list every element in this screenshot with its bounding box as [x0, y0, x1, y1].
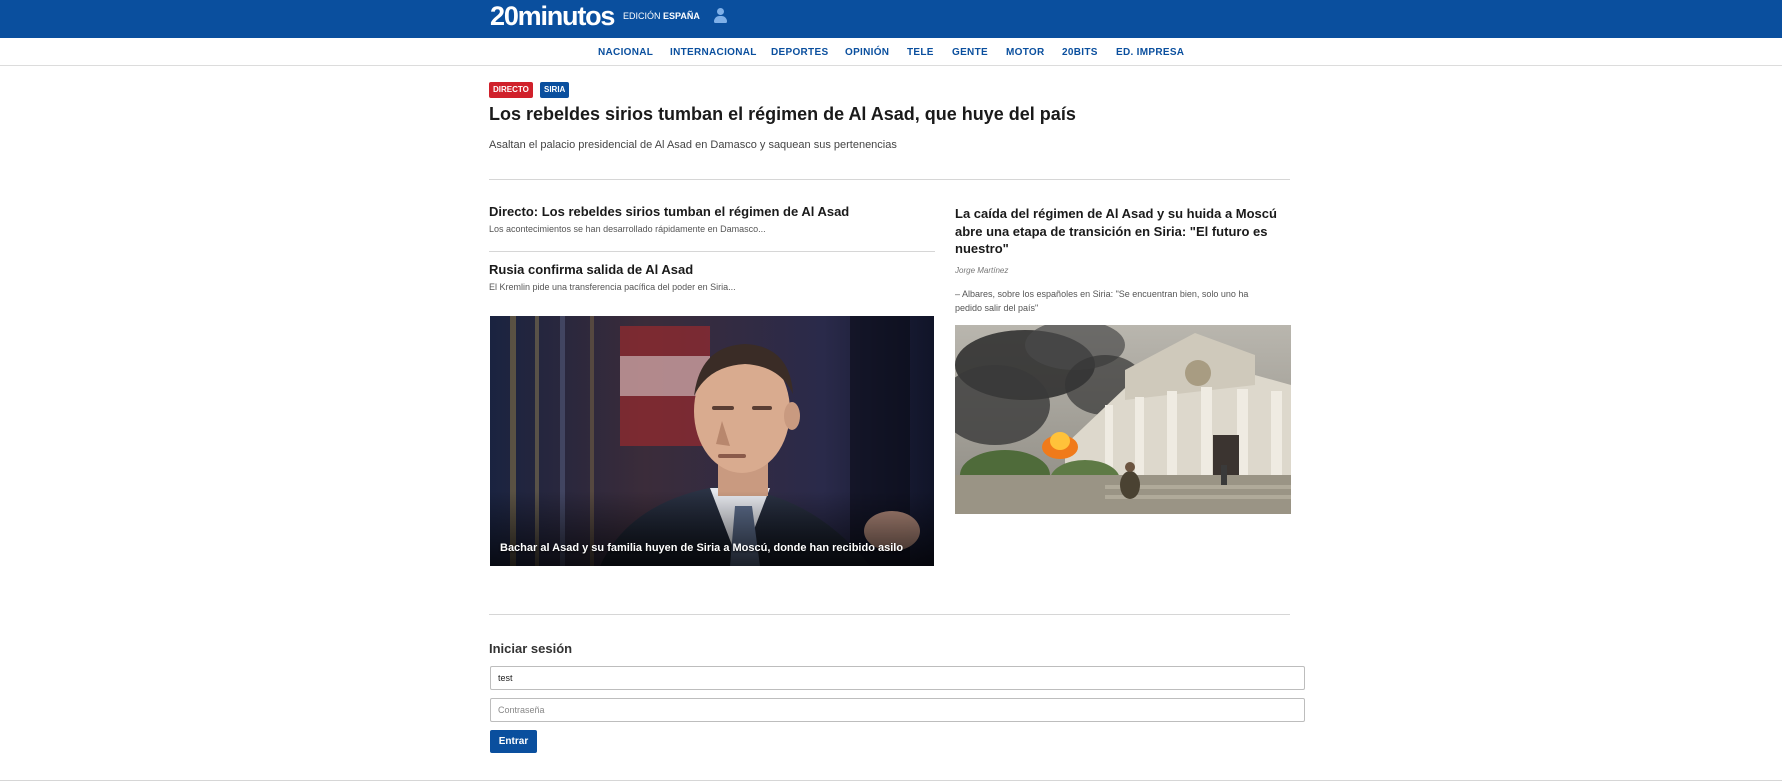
- right-column-divider: [955, 179, 1290, 180]
- author-byline[interactable]: Jorge Martínez: [955, 266, 1008, 275]
- main-nav: NACIONAL INTERNACIONAL DEPORTES OPINIÓN …: [0, 38, 1782, 66]
- tag-siria[interactable]: SIRIA: [540, 82, 570, 98]
- nav-item-nacional[interactable]: NACIONAL: [598, 47, 653, 58]
- nav-item-internacional[interactable]: INTERNACIONAL: [670, 47, 757, 58]
- story-title[interactable]: Directo: Los rebeldes sirios tumban el r…: [489, 204, 849, 219]
- login-button[interactable]: Entrar: [490, 730, 537, 753]
- lead-photo-caption: Bachar al Asad y su familia huyen de Sir…: [500, 542, 904, 554]
- nav-item-gente[interactable]: GENTE: [952, 47, 988, 58]
- nav-item-opinion[interactable]: OPINIÓN: [845, 47, 889, 58]
- footer-divider: [0, 780, 1782, 781]
- user-icon-head: [717, 8, 724, 15]
- lead-summary: Asaltan el palacio presidencial de Al As…: [489, 139, 897, 151]
- secondary-photo[interactable]: [955, 325, 1291, 514]
- nav-item-tele[interactable]: TELE: [907, 47, 934, 58]
- lead-photo-image: [490, 316, 934, 566]
- story-summary: Los acontecimientos se han desarrollado …: [489, 224, 766, 234]
- story-summary: El Kremlin pide una transferencia pacífi…: [489, 282, 736, 292]
- login-divider: [489, 614, 1290, 615]
- edition-value: ESPAÑA: [663, 11, 700, 21]
- user-icon-body: [714, 16, 727, 23]
- nav-item-ed-impresa[interactable]: ED. IMPRESA: [1116, 47, 1184, 58]
- username-field[interactable]: [490, 666, 1305, 690]
- secondary-headline[interactable]: La caída del régimen de Al Asad y su hui…: [955, 205, 1290, 258]
- tag-directo[interactable]: DIRECTO: [489, 82, 533, 98]
- login-title: Iniciar sesión: [489, 641, 573, 656]
- related-link[interactable]: – Albares, sobre los españoles en Siria:…: [955, 287, 1275, 315]
- password-field[interactable]: [490, 698, 1305, 722]
- nav-item-deportes[interactable]: DEPORTES: [771, 47, 828, 58]
- story-title[interactable]: Rusia confirma salida de Al Asad: [489, 262, 693, 277]
- edition-selector[interactable]: EDICIÓN ESPAÑA: [623, 11, 700, 22]
- nav-item-motor[interactable]: MOTOR: [1006, 47, 1045, 58]
- top-bar: 20minutos EDICIÓN ESPAÑA: [0, 0, 1782, 38]
- lead-photo[interactable]: Bachar al Asad y su familia huyen de Sir…: [490, 316, 934, 566]
- nav-item-20bits[interactable]: 20BITS: [1062, 47, 1098, 58]
- story-divider: [489, 251, 935, 252]
- user-icon[interactable]: [713, 8, 727, 23]
- lead-headline[interactable]: Los rebeldes sirios tumban el régimen de…: [489, 104, 1076, 125]
- edition-label: EDICIÓN: [623, 11, 661, 21]
- site-logo[interactable]: 20minutos: [490, 1, 615, 31]
- secondary-photo-image: [955, 325, 1291, 514]
